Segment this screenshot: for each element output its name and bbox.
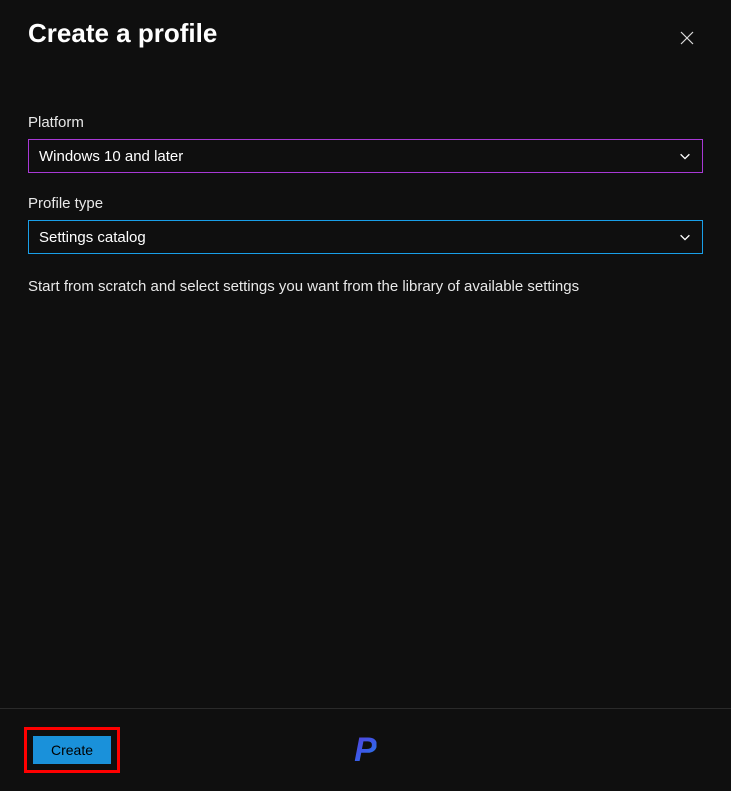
profile-description: Start from scratch and select settings y… xyxy=(28,276,703,297)
create-button[interactable]: Create xyxy=(33,736,111,764)
close-icon xyxy=(679,30,695,46)
close-button[interactable] xyxy=(671,22,703,54)
panel-header: Create a profile xyxy=(0,0,731,54)
profile-type-value: Settings catalog xyxy=(39,229,146,246)
platform-dropdown[interactable]: Windows 10 and later xyxy=(28,139,703,173)
profile-type-field-group: Profile type Settings catalog xyxy=(28,195,703,254)
platform-value: Windows 10 and later xyxy=(39,148,183,165)
create-profile-panel: Create a profile Platform Windows 10 and… xyxy=(0,0,731,791)
platform-label: Platform xyxy=(28,114,703,131)
logo: P xyxy=(354,731,377,770)
profile-type-label: Profile type xyxy=(28,195,703,212)
panel-title: Create a profile xyxy=(28,18,217,49)
create-button-highlight: Create xyxy=(24,727,120,773)
panel-content: Platform Windows 10 and later Profile ty… xyxy=(0,54,731,708)
platform-field-group: Platform Windows 10 and later xyxy=(28,114,703,173)
panel-footer: Create P xyxy=(0,708,731,791)
chevron-down-icon xyxy=(678,149,692,163)
chevron-down-icon xyxy=(678,230,692,244)
profile-type-dropdown[interactable]: Settings catalog xyxy=(28,220,703,254)
logo-icon: P xyxy=(354,731,377,770)
